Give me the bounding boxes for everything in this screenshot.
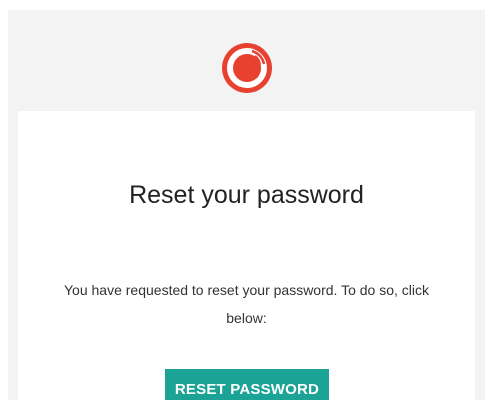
reset-card: Reset your password You have requested t… <box>18 111 475 400</box>
reset-password-button[interactable]: RESET PASSWORD <box>165 369 329 400</box>
logo-header <box>8 10 485 111</box>
sencha-logo-icon <box>221 42 273 94</box>
reset-message: You have requested to reset your passwor… <box>64 282 429 326</box>
page-title: Reset your password <box>129 181 364 209</box>
email-container: Reset your password You have requested t… <box>8 10 485 400</box>
